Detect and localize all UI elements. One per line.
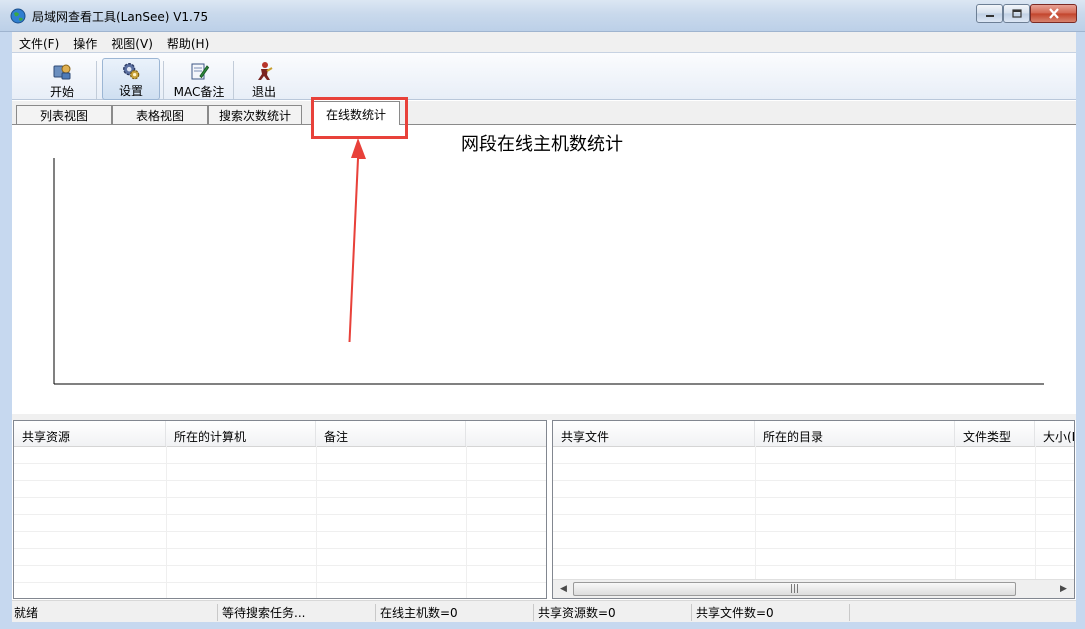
minimize-button[interactable]: [976, 4, 1003, 23]
maximize-button[interactable]: [1003, 4, 1030, 23]
column-header[interactable]: 备注: [316, 421, 466, 446]
menu-view[interactable]: 视图(V): [104, 32, 160, 52]
toolbar: 开始 设置 MAC备注 退出: [12, 52, 1076, 100]
column-header[interactable]: 共享资源: [14, 421, 166, 446]
settings-button[interactable]: 设置: [102, 58, 160, 100]
status-bar: 就绪 等待搜索任务... 在线主机数=0 共享资源数=0 共享文件数=0: [12, 600, 1076, 622]
exit-icon: [258, 62, 273, 80]
horizontal-scrollbar[interactable]: ◀ ||| ▶: [553, 579, 1074, 598]
menu-operate[interactable]: 操作: [66, 32, 104, 52]
list-header: 共享资源 所在的计算机 备注: [14, 421, 546, 447]
title-bar[interactable]: 局域网查看工具(LanSee) V1.75: [0, 0, 1085, 32]
column-header[interactable]: 大小(K: [1035, 421, 1074, 446]
scroll-thumb[interactable]: |||: [573, 582, 1016, 596]
list-header: 共享文件 所在的目录 文件类型 大小(K: [553, 421, 1074, 447]
settings-label: 设置: [118, 84, 143, 98]
shared-files-list[interactable]: 共享文件 所在的目录 文件类型 大小(K: [552, 420, 1075, 599]
tab-grid-view[interactable]: 表格视图: [112, 105, 208, 124]
window-frame-left: [0, 32, 12, 629]
close-icon: [1048, 8, 1059, 19]
column-header[interactable]: 所在的目录: [755, 421, 955, 446]
toolbar-separator: [96, 61, 97, 99]
table-row[interactable]: [14, 446, 546, 464]
table-row[interactable]: [553, 514, 1074, 532]
list-body: [14, 446, 546, 598]
start-icon: [53, 64, 71, 80]
minimize-icon: [985, 14, 994, 17]
online-hosts-chart: 网段在线主机数统计: [53, 134, 1044, 385]
start-button[interactable]: 开始: [36, 58, 88, 100]
close-button[interactable]: [1030, 4, 1077, 23]
mac-note-button[interactable]: MAC备注: [167, 58, 231, 100]
status-ready: 就绪: [12, 604, 218, 621]
table-row[interactable]: [14, 548, 546, 566]
start-label: 开始: [49, 85, 74, 99]
tab-search-count[interactable]: 搜索次数统计: [208, 105, 302, 124]
toolbar-separator: [163, 61, 164, 99]
shared-resources-list[interactable]: 共享资源 所在的计算机 备注: [13, 420, 547, 599]
table-row[interactable]: [14, 582, 546, 598]
table-row[interactable]: [14, 497, 546, 515]
exit-label: 退出: [251, 85, 276, 99]
window-frame-bottom: [0, 622, 1085, 629]
column-header[interactable]: 共享文件: [553, 421, 755, 446]
column-header[interactable]: [466, 421, 546, 446]
status-share-count: 共享资源数=0: [536, 604, 692, 621]
table-row[interactable]: [14, 514, 546, 532]
arrow-annotation: [348, 138, 366, 342]
grip-icon: |||: [789, 584, 800, 594]
table-row[interactable]: [553, 480, 1074, 498]
scroll-right-icon[interactable]: ▶: [1055, 580, 1072, 597]
mac-note-label: MAC备注: [173, 85, 225, 99]
status-file-count: 共享文件数=0: [694, 604, 850, 621]
status-online-hosts: 在线主机数=0: [378, 604, 534, 621]
list-body: [553, 446, 1074, 598]
scroll-left-icon[interactable]: ◀: [555, 580, 572, 597]
table-row[interactable]: [553, 548, 1074, 566]
menu-file[interactable]: 文件(F): [12, 32, 66, 52]
chart-title: 网段在线主机数统计: [461, 134, 623, 155]
table-row[interactable]: [553, 497, 1074, 515]
table-row[interactable]: [553, 446, 1074, 464]
column-header[interactable]: 文件类型: [955, 421, 1035, 446]
tab-list-view[interactable]: 列表视图: [16, 105, 112, 124]
table-row[interactable]: [553, 463, 1074, 481]
menu-bar: 文件(F) 操作 视图(V) 帮助(H): [12, 32, 1076, 52]
window-frame-right: [1076, 32, 1085, 629]
exit-button[interactable]: 退出: [240, 58, 288, 100]
table-row[interactable]: [553, 531, 1074, 549]
status-task: 等待搜索任务...: [220, 604, 376, 621]
window-title: 局域网查看工具(LanSee) V1.75: [32, 10, 209, 24]
notepad-icon: [191, 63, 210, 80]
menu-help[interactable]: 帮助(H): [160, 32, 216, 52]
table-row[interactable]: [14, 531, 546, 549]
table-row[interactable]: [14, 480, 546, 498]
table-row[interactable]: [14, 565, 546, 583]
globe-icon: [10, 8, 26, 24]
column-header[interactable]: 所在的计算机: [166, 421, 316, 446]
table-row[interactable]: [14, 463, 546, 481]
maximize-icon: [1011, 9, 1022, 18]
gear-icon: [123, 63, 140, 80]
toolbar-separator: [233, 61, 234, 99]
